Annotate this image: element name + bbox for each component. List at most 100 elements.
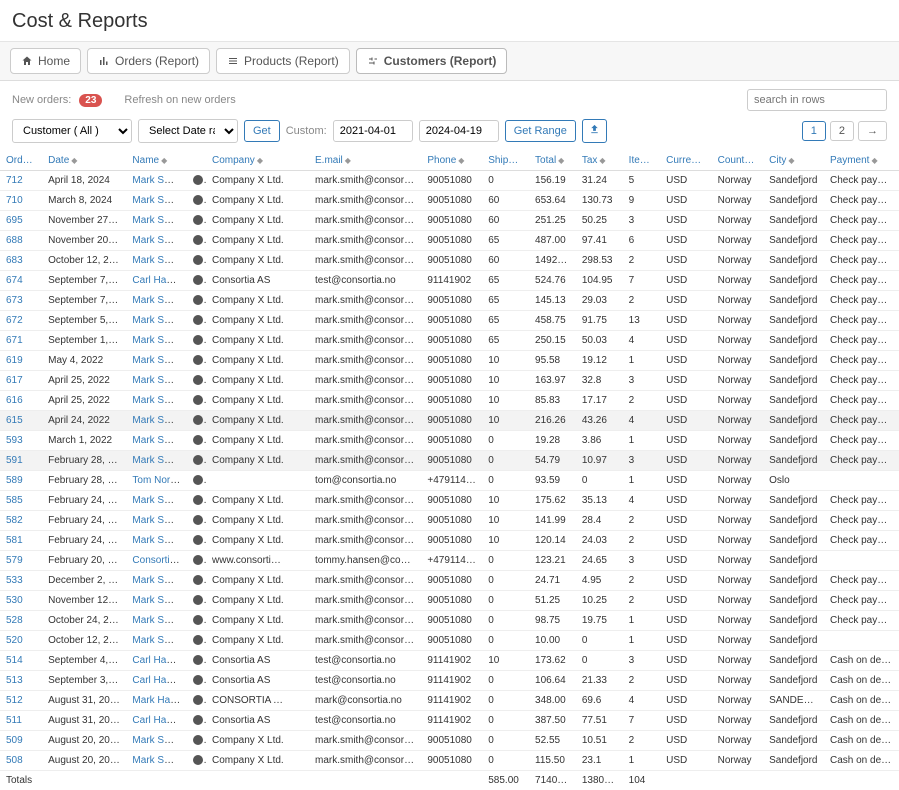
order-link[interactable]: 695 [6,215,23,226]
col-total[interactable]: Total◆ [529,151,576,171]
col-name[interactable]: Name◆ [126,151,187,171]
col-currency[interactable]: Currency◆ [660,151,712,171]
order-link[interactable]: 579 [6,555,23,566]
col-date[interactable]: Date◆ [42,151,126,171]
date-range-select[interactable]: Select Date range [138,119,238,143]
name-link[interactable]: Mark Smith [132,735,183,746]
name-link[interactable]: Mark Smith [132,415,183,426]
order-link[interactable]: 619 [6,355,23,366]
tab-home[interactable]: Home [10,48,81,74]
order-link[interactable]: 617 [6,375,23,386]
name-link[interactable]: Mark Smith [132,195,183,206]
order-link[interactable]: 513 [6,675,23,686]
name-link[interactable]: Carl Hansson [132,675,187,686]
order-link[interactable]: 593 [6,435,23,446]
status-dot [193,695,203,705]
name-link[interactable]: Mark Smith [132,215,183,226]
name-link[interactable]: Mark Smith [132,575,183,586]
col-city[interactable]: City◆ [763,151,824,171]
table-row: 508August 20, 2021Mark SmithCompany X Lt… [0,751,899,771]
order-link[interactable]: 585 [6,495,23,506]
col-email[interactable]: E.mail◆ [309,151,421,171]
page-1[interactable]: 1 [802,121,826,141]
order-link[interactable]: 511 [6,715,22,726]
col-country[interactable]: Country◆ [712,151,764,171]
name-link[interactable]: Mark Smith [132,595,183,606]
export-button[interactable] [582,119,607,143]
search-input[interactable] [747,89,887,111]
order-link[interactable]: 671 [6,335,23,346]
col-tax[interactable]: Tax◆ [576,151,623,171]
name-link[interactable]: Mark Smith [132,175,183,186]
order-link[interactable]: 688 [6,235,23,246]
name-link[interactable]: Mark Hansen [132,695,187,706]
date-to-input[interactable] [419,120,499,142]
name-link[interactable]: Mark Smith [132,755,183,766]
page-title: Cost & Reports [12,10,887,33]
name-link[interactable]: Mark Smith [132,515,183,526]
order-link[interactable]: 615 [6,415,23,426]
name-link[interactable]: Mark Smith [132,355,183,366]
order-link[interactable]: 512 [6,695,23,706]
order-link[interactable]: 508 [6,755,23,766]
order-link[interactable]: 582 [6,515,23,526]
order-link[interactable]: 712 [6,175,23,186]
name-link[interactable]: Mark Smith [132,235,183,246]
order-link[interactable]: 591 [6,455,23,466]
order-link[interactable]: 674 [6,275,23,286]
name-link[interactable]: Carl Hansson [132,715,187,726]
sort-icon: ◆ [345,156,351,165]
order-link[interactable]: 616 [6,395,23,406]
name-link[interactable]: Carl Hansson [132,275,187,286]
col-order[interactable]: Order ID◆ [0,151,42,171]
customer-select[interactable]: Customer ( All ) [12,119,132,143]
status-dot [193,755,203,765]
name-link[interactable]: Carl Hansson [132,655,187,666]
get-range-button[interactable]: Get Range [505,120,576,142]
col-phone[interactable]: Phone◆ [421,151,482,171]
order-link[interactable]: 514 [6,655,23,666]
table-row: 712April 18, 2024Mark SmithCompany X Ltd… [0,171,899,191]
sort-icon: ◆ [71,156,77,165]
name-link[interactable]: Mark Smith [132,395,183,406]
name-link[interactable]: Mark Smith [132,315,183,326]
col-shipping[interactable]: Shipping◆ [482,151,529,171]
refresh-link[interactable]: Refresh on new orders [124,94,235,106]
sort-icon: ◆ [161,156,167,165]
order-link[interactable]: 581 [6,535,23,546]
name-link[interactable]: Mark Smith [132,375,183,386]
tab-customers-report-[interactable]: Customers (Report) [356,48,508,74]
name-link[interactable]: Mark Smith [132,535,183,546]
col-payment[interactable]: Payment◆ [824,151,899,171]
date-from-input[interactable] [333,120,413,142]
order-link[interactable]: 533 [6,575,23,586]
order-link[interactable]: 672 [6,315,23,326]
page-2[interactable]: 2 [830,121,854,141]
order-link[interactable]: 589 [6,475,23,486]
order-link[interactable]: 509 [6,735,23,746]
order-link[interactable]: 520 [6,635,23,646]
order-link[interactable]: 710 [6,195,23,206]
table-row: 511August 31, 2021Carl HanssonConsortia … [0,711,899,731]
name-link[interactable]: Mark Smith [132,615,183,626]
name-link[interactable]: Mark Smith [132,435,183,446]
name-link[interactable]: Mark Smith [132,255,183,266]
name-link[interactable]: Mark Smith [132,635,183,646]
table-row: 591February 28, 2022Mark SmithCompany X … [0,451,899,471]
order-link[interactable]: 530 [6,595,23,606]
col-items[interactable]: Items◆ [623,151,660,171]
name-link[interactable]: Consortia AS [132,555,187,566]
name-link[interactable]: Mark Smith [132,295,183,306]
name-link[interactable]: Tom Norman [132,475,187,486]
get-button[interactable]: Get [244,120,280,142]
name-link[interactable]: Mark Smith [132,335,183,346]
order-link[interactable]: 528 [6,615,23,626]
page-next[interactable]: → [858,121,887,141]
name-link[interactable]: Mark Smith [132,495,183,506]
order-link[interactable]: 683 [6,255,23,266]
tab-orders-report-[interactable]: Orders (Report) [87,48,210,74]
order-link[interactable]: 673 [6,295,23,306]
name-link[interactable]: Mark Smith [132,455,183,466]
col-company[interactable]: Company◆ [206,151,290,171]
tab-products-report-[interactable]: Products (Report) [216,48,350,74]
